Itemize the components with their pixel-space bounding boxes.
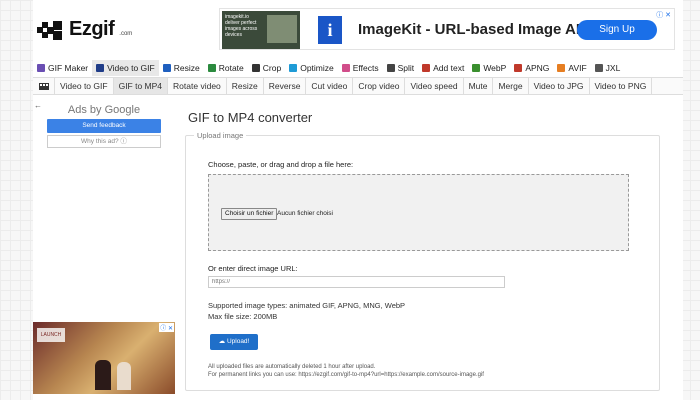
main-nav-item[interactable]: Add text <box>418 60 468 76</box>
permanent-link-prefix: For permanent links you can use: <box>208 372 299 378</box>
no-file-chosen-text: Aucun fichier choisi <box>277 210 333 217</box>
ad-sign: LAUNCH <box>37 328 65 342</box>
page-container: Ezgif .com imagekit.io deliver perfect i… <box>33 0 683 400</box>
sub-nav-tab[interactable]: Resize <box>227 78 264 94</box>
ad-close-icon[interactable]: ⓘ ✕ <box>159 323 174 332</box>
sub-nav-tab[interactable]: Merge <box>493 78 529 94</box>
gif-maker-icon <box>37 64 45 72</box>
main-nav: GIF Maker Video to GIF Resize Rotate Crop Opt… <box>33 60 683 76</box>
main-nav-label: Add text <box>433 63 465 73</box>
auto-delete-note: All uploaded files are automatically del… <box>208 364 376 370</box>
main-nav-item[interactable]: Optimize <box>285 60 338 76</box>
site-logo[interactable]: Ezgif .com <box>37 18 132 41</box>
effects-icon <box>341 64 350 72</box>
main-nav-item[interactable]: GIF Maker <box>33 60 92 76</box>
url-label: Or enter direct image URL: <box>208 264 298 273</box>
sub-nav-tab[interactable]: GIF to MP4 <box>113 78 169 94</box>
main-nav-item[interactable]: WebP <box>468 60 510 76</box>
main-nav-label: Rotate <box>218 63 244 73</box>
page-title: GIF to MP4 converter <box>188 110 313 125</box>
ezgif-logo-icon <box>37 19 65 41</box>
main-nav-item[interactable]: Effects <box>338 60 383 76</box>
file-dropzone[interactable]: Choisir un fichier Aucun fichier choisi <box>208 174 629 251</box>
main-nav-item[interactable]: APNG <box>510 60 553 76</box>
back-arrow-icon[interactable]: ← <box>34 101 42 110</box>
upload-button[interactable]: ☁ Upload! <box>210 334 258 350</box>
ad-signup-button[interactable]: Sign Up <box>577 20 657 40</box>
main-nav-item[interactable]: Resize <box>159 60 204 76</box>
main-nav-label: Effects <box>352 63 379 73</box>
ad-person-figure <box>117 362 131 390</box>
crop-icon <box>251 64 260 72</box>
sub-nav-tab[interactable]: Reverse <box>264 78 307 94</box>
rotate-icon <box>207 64 216 72</box>
upload-button-label: Upload! <box>226 338 250 345</box>
main-nav-label: GIF Maker <box>48 63 89 73</box>
webp-icon <box>472 64 481 72</box>
ad-close-icon[interactable]: ⓘ ✕ <box>656 10 671 20</box>
site-header: Ezgif .com imagekit.io deliver perfect i… <box>33 0 683 58</box>
ad-thumbnail-text: imagekit.io deliver perfect images acros… <box>225 14 258 38</box>
sub-nav-tab[interactable]: Video to JPG <box>529 78 590 94</box>
main-nav-label: Video to GIF <box>107 63 155 73</box>
ad-title[interactable]: ImageKit - URL-based Image API <box>358 21 590 38</box>
video-camera-icon[interactable] <box>33 78 55 94</box>
main-nav-item[interactable]: AVIF <box>553 60 590 76</box>
imagekit-logo-icon: i <box>318 16 342 44</box>
main-nav-label: Split <box>397 63 415 73</box>
sub-nav: Video to GIF GIF to MP4 Rotate video Resize… <box>33 77 683 95</box>
sub-nav-tab[interactable]: Crop video <box>353 78 406 94</box>
logo-text: Ezgif <box>69 18 115 40</box>
upload-panel: Upload image Choose, paste, or drag and … <box>185 131 660 391</box>
main-nav-label: JXL <box>605 63 621 73</box>
main-nav-item[interactable]: Video to GIF <box>92 60 159 76</box>
choose-file-label: Choose, paste, or drag and drop a file h… <box>208 160 354 169</box>
main-nav-label: Optimize <box>300 63 334 73</box>
top-ad-banner[interactable]: imagekit.io deliver perfect images acros… <box>219 8 675 50</box>
logo-suffix: .com <box>119 31 133 37</box>
ad-thumbnail-image <box>267 15 297 43</box>
sub-nav-tab[interactable]: Rotate video <box>168 78 227 94</box>
ad-person-figure <box>95 360 111 390</box>
upload-legend: Upload image <box>194 131 247 140</box>
split-icon <box>386 64 395 72</box>
main-nav-label: WebP <box>483 63 507 73</box>
main-nav-item[interactable]: Crop <box>248 60 285 76</box>
choose-file-button[interactable]: Choisir un fichier <box>221 208 278 220</box>
sub-nav-tab[interactable]: Mute <box>464 78 494 94</box>
ad-thumbnail: imagekit.io deliver perfect images acros… <box>222 11 300 49</box>
main-nav-label: AVIF <box>568 63 587 73</box>
optimize-icon <box>289 64 298 72</box>
sub-nav-tab[interactable]: Video speed <box>405 78 464 94</box>
main-nav-label: Crop <box>262 63 282 73</box>
sub-nav-tab[interactable]: Video to GIF <box>55 78 114 94</box>
apng-icon <box>514 64 523 72</box>
main-nav-item[interactable]: JXL <box>591 60 625 76</box>
sidebar-ad-image[interactable]: LAUNCH ⓘ ✕ <box>33 322 175 394</box>
permanent-link-example[interactable]: https://ezgif.com/gif-to-mp4?url=https:/… <box>298 372 484 378</box>
max-file-size-text: Max file size: 200MB <box>208 312 278 321</box>
permanent-link-note: For permanent links you can use: https:/… <box>208 372 484 378</box>
main-nav-item[interactable]: Rotate <box>204 60 248 76</box>
supported-types-text: Supported image types: animated GIF, APN… <box>208 301 406 310</box>
resize-icon <box>162 64 171 72</box>
main-nav-label: APNG <box>525 63 550 73</box>
image-url-input[interactable] <box>208 276 505 288</box>
why-this-ad-button[interactable]: Why this ad? ⓘ <box>47 135 161 148</box>
avif-icon <box>557 64 566 72</box>
send-feedback-button[interactable]: Send feedback <box>47 119 161 133</box>
sub-nav-tab[interactable]: Video to PNG <box>590 78 653 94</box>
ads-by-google-label: Ads by Google <box>67 104 141 116</box>
main-nav-item[interactable]: Split <box>383 60 419 76</box>
jxl-icon <box>594 64 603 72</box>
main-nav-label: Resize <box>173 63 200 73</box>
video-icon <box>96 64 105 72</box>
text-icon <box>422 64 431 72</box>
upload-cloud-icon: ☁ <box>218 338 227 345</box>
sub-nav-tab[interactable]: Cut video <box>306 78 354 94</box>
